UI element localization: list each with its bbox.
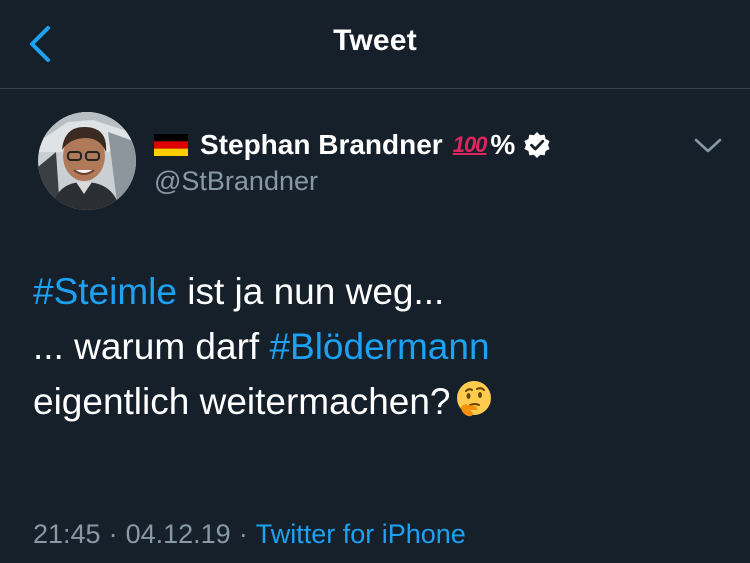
tweet-text-segment: ... warum darf xyxy=(33,326,270,367)
hashtag-link[interactable]: #Blödermann xyxy=(269,326,489,367)
tweet-text-segment: ist ja nun weg... xyxy=(176,271,445,312)
page-title: Tweet xyxy=(333,24,417,57)
name-suffix-text: % xyxy=(490,129,516,160)
tweet-time: 21:45 xyxy=(33,519,101,549)
tweet-text-line: ... warum darf #Blödermann xyxy=(33,319,723,374)
tweet-text-line: #Steimle ist ja nun weg... xyxy=(33,264,723,319)
tweet-meta: 21:45 · 04.12.19 · Twitter for iPhone xyxy=(33,519,466,550)
author-photo xyxy=(38,112,136,210)
germany-flag-icon xyxy=(154,134,188,156)
hundred-points-icon: 100 xyxy=(452,132,488,157)
meta-separator: · xyxy=(238,519,248,549)
author-handle[interactable]: @StBrandner xyxy=(154,166,318,197)
navigation-bar: Tweet xyxy=(0,0,750,89)
verified-badge-icon xyxy=(524,132,550,158)
tweet-source-link[interactable]: Twitter for iPhone xyxy=(256,519,466,549)
tweet-text-segment: eigentlich weitermachen? xyxy=(33,381,451,422)
thinking-face-icon xyxy=(456,381,491,417)
author-name-row[interactable]: Stephan Brandner 100 % xyxy=(154,127,551,163)
tweet-date: 04.12.19 xyxy=(125,519,231,549)
tweet-text-line: eigentlich weitermachen? xyxy=(33,374,723,429)
meta-separator: · xyxy=(108,519,118,549)
avatar[interactable] xyxy=(38,112,136,210)
author-display-name: Stephan Brandner xyxy=(200,129,443,160)
tweet-options-button[interactable] xyxy=(690,133,726,159)
hashtag-link[interactable]: #Steimle xyxy=(33,271,177,312)
tweet: Stephan Brandner 100 % @StBrandner #Stei… xyxy=(0,89,750,563)
chevron-down-icon xyxy=(694,138,722,153)
tweet-text: #Steimle ist ja nun weg... ... warum dar… xyxy=(33,264,723,429)
tweet-detail-screen: Tweet Stephan Brandner 100 % @StBrandner… xyxy=(0,0,750,563)
